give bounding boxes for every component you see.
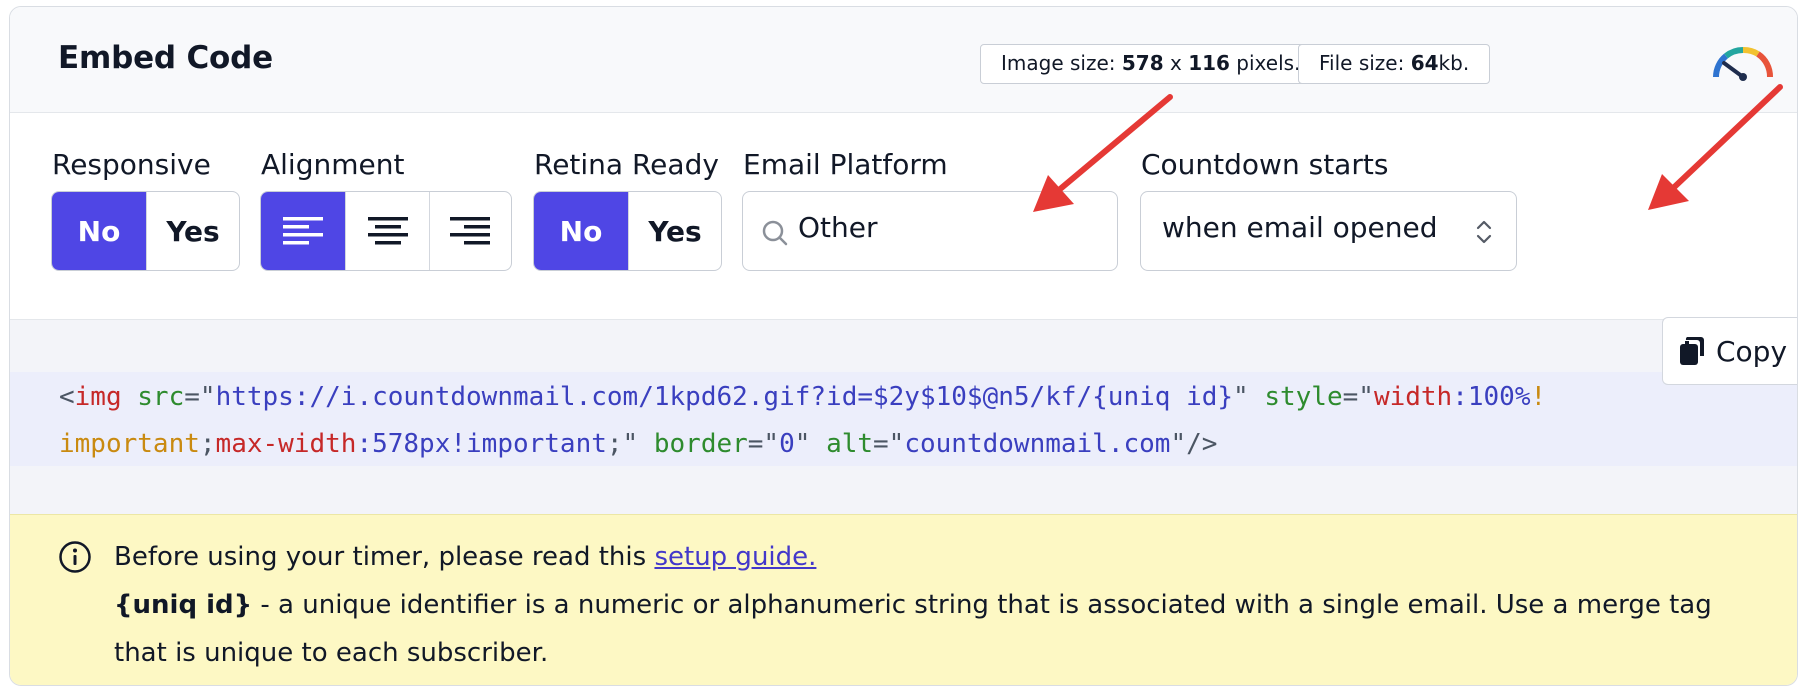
code-token: "/> [1170, 429, 1218, 459]
code-token: ; [199, 429, 216, 459]
chevron-updown-icon [1476, 220, 1492, 244]
code-token: 0 [779, 429, 795, 459]
copy-button[interactable]: Copy [1662, 317, 1797, 385]
code-token: ! [1530, 382, 1547, 412]
align-right-button[interactable] [429, 192, 510, 270]
countdown-starts-label: Countdown starts [1141, 148, 1389, 181]
align-center-icon [367, 217, 408, 245]
embed-options: Responsive No Yes Alignment Retina Ready… [10, 113, 1797, 319]
setup-notice: Before using your timer, please read thi… [10, 514, 1797, 685]
code-token: =" [873, 429, 905, 459]
align-right-icon [450, 217, 490, 245]
uniq-id-term: {uniq id} [114, 590, 253, 620]
info-icon [59, 541, 91, 573]
code-token: :100% [1452, 382, 1531, 412]
file-size-info: File size: 64kb. [1298, 44, 1491, 84]
retina-label: Retina Ready [534, 148, 719, 181]
code-token: =" [184, 382, 216, 412]
responsive-label: Responsive [52, 148, 211, 181]
responsive-yes-button[interactable]: Yes [146, 192, 239, 270]
copy-label: Copy [1715, 334, 1788, 368]
setup-guide-link[interactable]: setup guide. [654, 542, 816, 572]
retina-no-button[interactable]: No [534, 192, 628, 270]
code-token: " [1233, 382, 1265, 412]
responsive-no-button[interactable]: No [52, 192, 146, 270]
code-line: <img src="https://i.countdownmail.com/1k… [59, 374, 1769, 421]
align-left-button[interactable] [261, 192, 345, 270]
code-token: ;" [606, 429, 654, 459]
retina-yes-button[interactable]: Yes [628, 192, 721, 270]
code-area: <img src="https://i.countdownmail.com/1k… [10, 319, 1797, 514]
code-token: countdownmail.com [904, 429, 1171, 459]
gauge-icon [1712, 46, 1773, 81]
code-token: < [59, 382, 75, 412]
code-token: alt [826, 429, 874, 459]
email-platform-value: Other [798, 211, 878, 244]
card-header: Embed Code Image size: 578 x 116 pixels.… [10, 7, 1797, 113]
alignment-label: Alignment [261, 148, 405, 181]
code-token: max-width [215, 429, 357, 459]
align-left-icon [283, 217, 323, 245]
code-token: :578px!important [356, 429, 607, 459]
retina-toggle: No Yes [533, 191, 722, 271]
alignment-toggle [260, 191, 512, 271]
code-token: border [653, 429, 748, 459]
email-platform-combobox[interactable]: Other [742, 191, 1118, 271]
notice-text: Before using your timer, please read thi… [114, 533, 1734, 677]
card-title: Embed Code [58, 40, 273, 76]
email-platform-label: Email Platform [743, 148, 948, 181]
code-token: src [137, 382, 185, 412]
code-token: " [794, 429, 827, 459]
countdown-starts-value: when email opened [1162, 211, 1438, 244]
code-token: img [74, 382, 122, 412]
embed-code-snippet[interactable]: <img src="https://i.countdownmail.com/1k… [59, 374, 1769, 468]
notice-line: Before using your timer, please read thi… [114, 542, 817, 572]
countdown-starts-select[interactable]: when email opened [1140, 191, 1517, 271]
search-icon [762, 220, 788, 246]
code-token: style [1264, 382, 1343, 412]
code-token: width [1373, 382, 1453, 412]
code-line: important;max-width:578px!important;" bo… [59, 421, 1769, 468]
code-token: important [59, 429, 200, 459]
notice-definition: {uniq id} - a unique identifier is a num… [114, 590, 1712, 668]
copy-icon [1679, 337, 1704, 365]
embed-code-card: Embed Code Image size: 578 x 116 pixels.… [9, 6, 1798, 686]
image-size-info: Image size: 578 x 116 pixels. [980, 44, 1322, 84]
code-token: =" [1342, 382, 1374, 412]
code-token: =" [747, 429, 780, 459]
responsive-toggle: No Yes [51, 191, 240, 271]
code-token: https://i.countdownmail.com/1kpd62.gif?i… [215, 382, 1234, 412]
align-center-button[interactable] [345, 192, 429, 270]
